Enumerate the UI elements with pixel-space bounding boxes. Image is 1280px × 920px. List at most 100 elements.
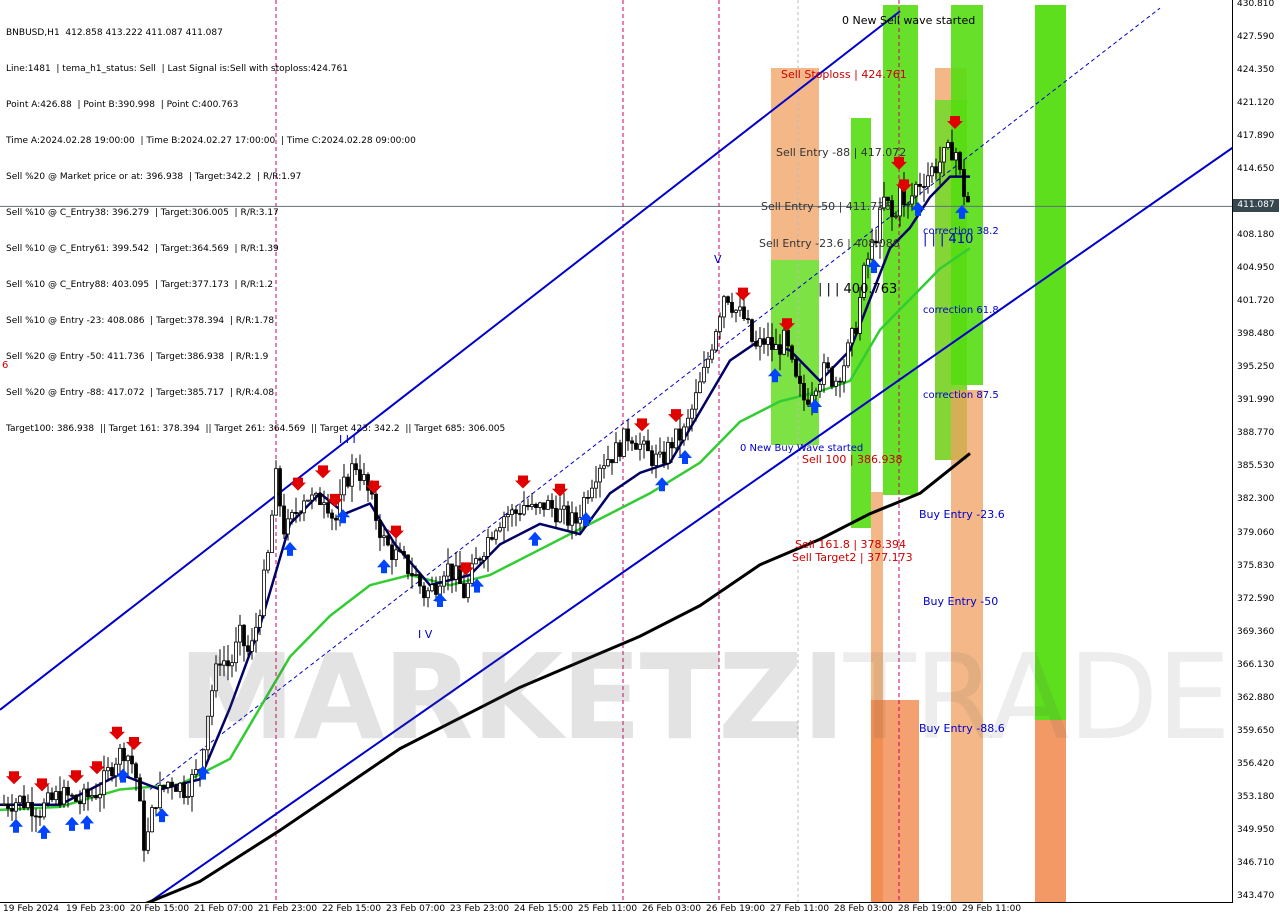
candle-up [942,147,946,163]
candle-up [666,441,670,464]
candle-up [98,794,102,799]
candle-up [166,781,170,788]
candle-up [414,574,418,576]
candle-up [898,184,902,217]
sell-100-label: Sell 100 | 386.938 [802,453,903,466]
candle-up [494,530,498,540]
candle-up [734,309,738,313]
candle-down [418,574,422,587]
candle-up [818,383,822,392]
candle-up [910,195,914,205]
time-tick-label: 21 Feb 23:00 [258,904,318,914]
candle-up [158,785,162,809]
time-tick-label: 19 Feb 2024 [3,904,60,914]
candle-down [730,302,734,313]
candle-up [614,442,618,464]
candle-down [742,306,746,320]
new-sell-wave-label: 0 New Sell wave started [842,14,976,27]
candle-up [602,465,606,469]
candle-up [946,142,950,148]
sell-arrow-icon [290,477,306,491]
candle-up [150,807,154,833]
candle-down [762,338,766,345]
candle-up [306,499,310,502]
sell-arrow-icon [668,409,684,423]
candle-down [966,196,970,203]
candle-down [526,505,530,508]
candle-down [278,468,282,507]
candle-down [78,800,82,805]
candle-down [670,441,674,449]
candle-up [314,493,318,496]
buy-entry-23-label: Buy Entry -23.6 [919,508,1005,521]
time-tick-label: 26 Feb 03:00 [642,904,702,914]
candle-up [906,203,910,206]
candle-up [266,552,270,571]
candle-down [182,782,186,798]
sell-arrow-icon [634,418,650,432]
candle-up [718,316,722,332]
info-line: Sell %10 @ C_Entry61: 399.542 | Target:3… [6,244,279,254]
candle-up [322,502,326,506]
sell-arrow-icon [315,465,331,479]
time-axis[interactable]: 19 Feb 2024 19 Feb 23:00 20 Feb 15:00 21 Fe… [0,903,1232,920]
candle-up [758,338,762,347]
price-tick-label: 398.480 [1237,329,1275,340]
candle-down [650,450,654,466]
time-tick-label: 28 Feb 03:00 [834,904,894,914]
candle-up [106,767,110,772]
candle-down [490,537,494,540]
buy-arrow-icon [196,765,210,780]
candle-down [478,558,482,561]
info-line: Sell %20 @ Entry -50: 411.736 | Target:3… [6,352,269,362]
candle-down [662,451,666,464]
candle-down [450,563,454,580]
sell-arrow-icon [109,726,125,740]
level-400-label: | | | 400.763 [818,282,898,297]
candle-down [374,493,378,521]
candle-up [538,502,542,508]
candle-up [606,459,610,467]
candle-down [626,428,630,442]
candle-up [194,769,198,775]
candle-down [34,815,38,818]
candle-up [682,426,686,441]
candle-down [122,747,126,762]
candle-down [934,166,938,174]
candle-up [738,306,742,311]
candle-up [262,569,266,617]
candle-down [802,382,806,401]
candle-up [286,518,290,535]
candle-down [130,755,134,765]
candle-up [822,362,826,385]
candle-down [358,469,362,481]
price-axis[interactable]: 430.810 427.590 424.350 421.120 417.890 414.6… [1233,0,1280,902]
watermark-light: TRADE [843,628,1231,766]
price-tick-label: 356.420 [1237,758,1275,769]
info-line: Target100: 386.938 || Target 161: 378.39… [6,424,506,434]
candle-down [646,440,650,452]
candle-down [574,512,578,524]
buy-entry-50-label: Buy Entry -50 [923,595,999,608]
candle-down [794,358,798,377]
sell-arrow-icon [552,483,568,497]
candle-up [690,408,694,419]
candle-up [146,831,150,851]
price-tick-label: 430.810 [1237,0,1275,9]
info-line: Sell %10 @ C_Entry88: 403.095 | Target:3… [6,280,274,290]
price-tick-label: 362.880 [1237,692,1275,703]
price-tick-label: 388.770 [1237,428,1275,439]
candle-down [406,554,410,574]
candle-up [510,509,514,516]
price-tick-label: 349.950 [1237,824,1275,835]
info-line: BNBUSD,H1 412.858 413.222 411.087 411.08… [6,28,223,38]
candle-down [630,440,634,444]
price-tick-label: 343.470 [1237,891,1275,901]
candle-up [178,782,182,792]
candle-up [18,795,22,804]
price-tick-label: 382.300 [1237,494,1275,505]
candle-up [502,516,506,528]
candle-down [378,520,382,538]
price-tick-label: 417.890 [1237,130,1275,141]
chart-area[interactable]: MARKETZITRADE BNBUSD,H1 412.858 413.222 … [0,0,1233,903]
